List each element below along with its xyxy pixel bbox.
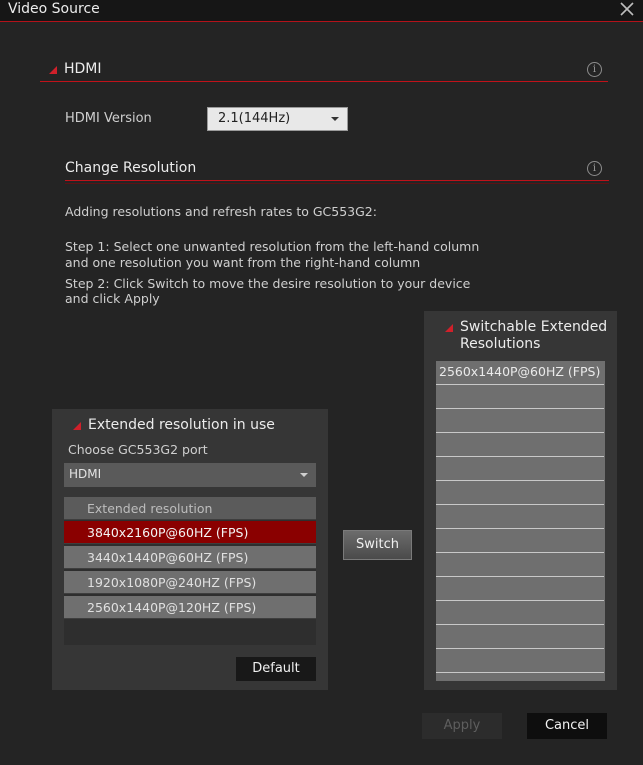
switchable-resolution-list: 2560x1440P@60HZ (FPS): [436, 361, 605, 681]
hdmi-divider: [40, 81, 608, 82]
change-resolution-info-icon[interactable]: i: [587, 161, 602, 176]
change-resolution-divider-shadow: [65, 183, 609, 184]
chevron-down-icon: [300, 473, 308, 477]
list-item: [436, 529, 604, 553]
list-item: [436, 625, 604, 649]
cancel-button[interactable]: Cancel: [527, 713, 607, 739]
section-marker-icon: [73, 422, 81, 430]
hdmi-info-icon[interactable]: i: [587, 62, 602, 77]
switch-button[interactable]: Switch: [343, 530, 412, 560]
list-item: [436, 385, 604, 409]
list-item: [436, 409, 604, 433]
switchable-resolution-title-line1: Switchable Extended: [460, 319, 608, 335]
port-label: Choose GC553G2 port: [68, 442, 208, 457]
list-item: [436, 577, 604, 601]
instructions-step1-line2: and one resolution you want from the rig…: [65, 255, 421, 270]
extended-resolution-panel-title: Extended resolution in use: [88, 417, 275, 433]
section-marker-icon: [49, 66, 57, 74]
window-title: Video Source: [8, 1, 100, 17]
instructions-step1-line1: Step 1: Select one unwanted resolution f…: [65, 239, 480, 254]
change-resolution-title: Change Resolution: [65, 160, 197, 176]
hdmi-version-value: 2.1(144Hz): [218, 111, 291, 126]
instructions-step2-line1: Step 2: Click Switch to move the desire …: [65, 276, 471, 291]
default-button[interactable]: Default: [236, 657, 316, 681]
list-item: [436, 433, 604, 457]
list-item: [436, 649, 604, 673]
section-marker-icon: [445, 324, 453, 332]
port-select-value: HDMI: [69, 467, 102, 481]
list-header: Extended resolution: [64, 497, 316, 520]
hdmi-section-title: HDMI: [64, 61, 102, 77]
change-resolution-divider: [65, 180, 609, 181]
list-item: [436, 457, 604, 481]
switchable-resolution-title-line2: Resolutions: [460, 336, 541, 352]
extended-resolution-list: Extended resolution 3840x2160P@60HZ (FPS…: [64, 497, 316, 645]
list-item: [436, 601, 604, 625]
list-item: [436, 505, 604, 529]
list-item: [436, 481, 604, 505]
close-icon[interactable]: [618, 0, 636, 18]
instructions-intro: Adding resolutions and refresh rates to …: [65, 204, 377, 219]
list-item[interactable]: 2560x1440P@120HZ (FPS): [64, 596, 316, 619]
list-item[interactable]: 3440x1440P@60HZ (FPS): [64, 546, 316, 569]
list-item[interactable]: 3840x2160P@60HZ (FPS): [64, 521, 316, 544]
hdmi-version-select[interactable]: 2.1(144Hz): [207, 107, 348, 131]
hdmi-version-label: HDMI Version: [65, 111, 152, 126]
list-item[interactable]: 1920x1080P@240HZ (FPS): [64, 571, 316, 594]
list-item[interactable]: 2560x1440P@60HZ (FPS): [436, 361, 604, 385]
apply-button[interactable]: Apply: [422, 713, 502, 739]
port-select[interactable]: HDMI: [64, 463, 316, 487]
instructions-step2-line2: and click Apply: [65, 291, 160, 306]
chevron-down-icon: [331, 117, 339, 121]
list-item: [436, 553, 604, 577]
